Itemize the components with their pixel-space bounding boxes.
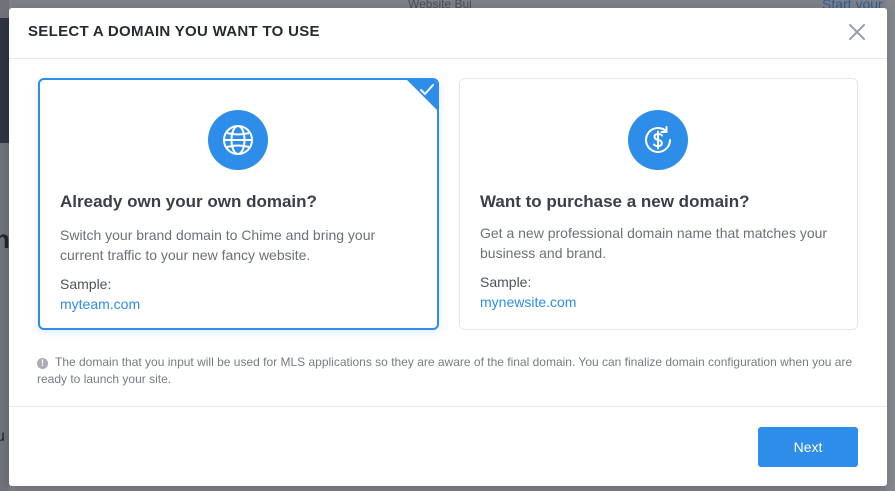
dollar-refresh-icon xyxy=(628,110,688,170)
domain-select-modal: SELECT A DOMAIN YOU WANT TO USE Already … xyxy=(9,8,887,486)
info-note-text: The domain that you input will be used f… xyxy=(37,355,853,386)
modal-title: SELECT A DOMAIN YOU WANT TO USE xyxy=(28,23,320,40)
sample-label: Sample: xyxy=(60,276,112,292)
check-icon xyxy=(420,84,434,95)
info-note: ! The domain that you input will be used … xyxy=(37,354,857,388)
info-icon: ! xyxy=(37,358,48,369)
sample-domain-link[interactable]: mynewsite.com xyxy=(480,294,576,310)
option-card-own-domain[interactable]: Already own your own domain? Switch your… xyxy=(38,78,439,330)
option-title: Want to purchase a new domain? xyxy=(480,192,750,211)
option-title: Already own your own domain? xyxy=(60,192,317,211)
close-button[interactable] xyxy=(845,20,869,44)
background-right-strip xyxy=(886,0,895,491)
globe-icon xyxy=(208,110,268,170)
close-icon xyxy=(849,24,865,40)
sample-domain-link[interactable]: myteam.com xyxy=(60,296,140,312)
option-card-new-domain[interactable]: Want to purchase a new domain? Get a new… xyxy=(459,78,858,330)
footer-divider xyxy=(9,406,887,407)
option-description: Get a new professional domain name that … xyxy=(480,225,828,261)
background-image xyxy=(0,18,9,143)
background-text: u xyxy=(0,428,5,445)
next-button[interactable]: Next xyxy=(758,427,858,467)
modal-header: SELECT A DOMAIN YOU WANT TO USE xyxy=(9,8,887,59)
option-description: Switch your brand domain to Chime and br… xyxy=(60,227,376,263)
sample-label: Sample: xyxy=(480,274,532,290)
